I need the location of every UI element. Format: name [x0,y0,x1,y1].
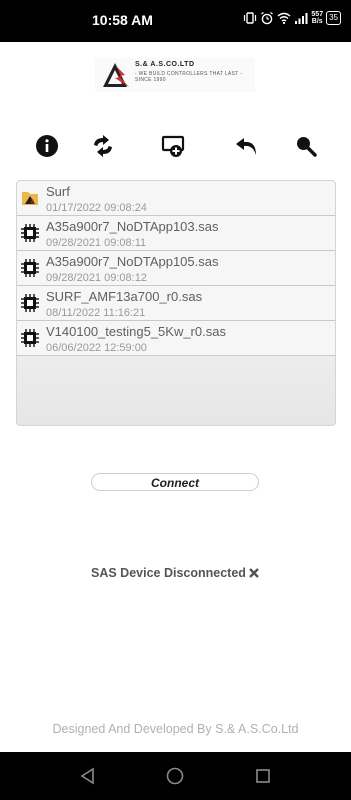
battery-indicator: 35 [326,11,341,25]
file-date: 01/17/2022 09:08:24 [46,202,147,214]
connect-button[interactable]: Connect [91,473,259,491]
file-date: 09/28/2021 09:08:12 [46,272,147,284]
search-icon [297,137,317,157]
logo-mark-icon [103,63,129,87]
list-item[interactable]: V140100_testing5_5Kw_r0.sas 06/06/2022 1… [17,321,335,356]
footer-credit: Designed And Developed By S.& A.S.Co.Ltd [52,722,299,736]
company-logo: S.& A.S.CO.LTD - WE BUILD CONTROLLERS TH… [95,58,255,92]
list-item[interactable]: A35a900r7_NoDTApp105.sas 09/28/2021 09:0… [17,251,335,286]
file-name: SURF_AMF13a700_r0.sas [46,289,203,304]
logo-tagline: - WE BUILD CONTROLLERS THAT LAST - SINCE… [135,71,243,83]
chip-icon [21,329,39,347]
list-item[interactable]: Surf 01/17/2022 09:08:24 [17,181,335,216]
file-date: 06/06/2022 12:59:00 [46,342,147,354]
disconnected-icon [249,568,259,578]
info-icon [36,135,58,157]
status-bar: 10:58 AM 557 B/s 35 [0,0,351,42]
back-button[interactable] [233,132,261,160]
cast-add-icon [161,135,185,157]
info-button[interactable] [33,132,61,160]
chip-icon [21,294,39,312]
chip-icon [21,224,39,242]
file-list[interactable]: Surf 01/17/2022 09:08:24 A35a900r7_NoDTA… [16,180,336,426]
list-item[interactable]: A35a900r7_NoDTApp103.sas 09/28/2021 09:0… [17,216,335,251]
logo-title: S.& A.S.CO.LTD [135,61,195,68]
file-date: 09/28/2021 09:08:11 [46,237,147,249]
list-item[interactable]: SURF_AMF13a700_r0.sas 08/11/2022 11:16:2… [17,286,335,321]
search-button[interactable] [292,132,320,160]
connect-device-button[interactable] [160,132,188,160]
alarm-icon [261,11,274,25]
network-speed: 557 B/s [311,11,323,25]
back-nav-icon[interactable] [78,766,98,786]
recents-nav-icon[interactable] [253,766,273,786]
file-date: 08/11/2022 11:16:21 [46,307,146,319]
clock: 10:58 AM [92,12,153,28]
network-speed-unit: B/s [311,18,323,25]
wifi-icon [277,12,291,25]
file-name: A35a900r7_NoDTApp105.sas [46,254,219,269]
undo-icon [236,138,256,155]
network-speed-value: 557 [311,11,324,18]
chip-icon [21,259,39,277]
folder-icon [22,192,38,205]
file-name: A35a900r7_NoDTApp103.sas [46,219,219,234]
file-name: V140100_testing5_5Kw_r0.sas [46,324,226,339]
vibrate-icon [244,12,257,24]
navigation-bar [0,752,351,800]
sync-icon [94,135,112,157]
file-name: Surf [46,184,70,199]
signal-icon [295,13,308,24]
toolbar [0,132,351,164]
status-icons: 557 B/s 35 [243,11,341,25]
device-status: SAS Device Disconnected [91,566,246,580]
home-nav-icon[interactable] [165,766,185,786]
sync-button[interactable] [89,132,117,160]
